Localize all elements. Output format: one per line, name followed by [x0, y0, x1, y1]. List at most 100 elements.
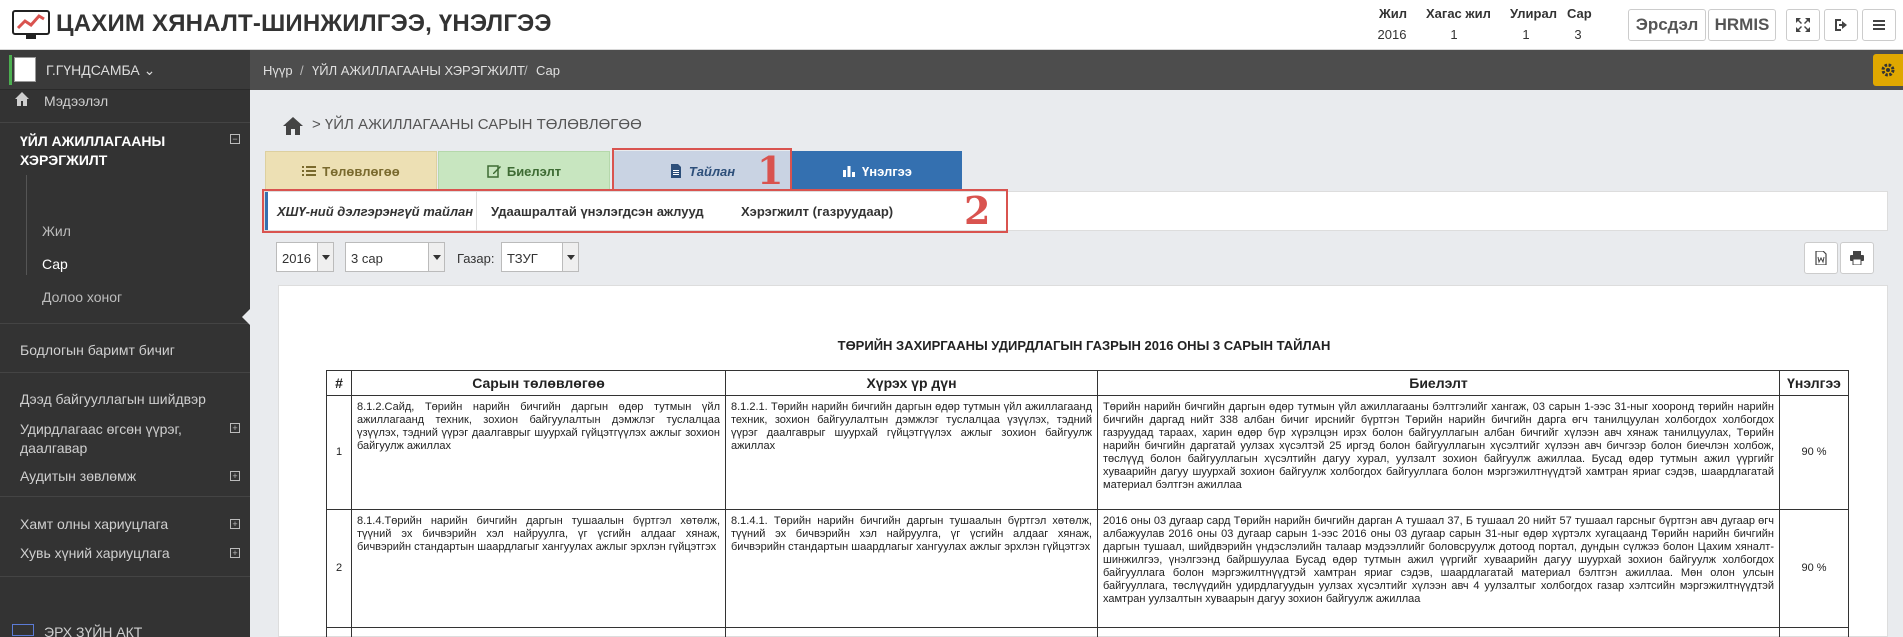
year-select-value: 2016: [282, 251, 311, 266]
row-result: 8.1.2.1. Төрийн нарийн бичгийн даргын өд…: [725, 395, 1098, 510]
period-year-header: Жил: [1379, 6, 1407, 21]
sidebar-item-week[interactable]: Долоо хоног: [42, 289, 122, 305]
period-half-value: 1: [1450, 27, 1458, 42]
sidebar-item-audit[interactable]: Аудитын зөвлөмж: [20, 468, 136, 484]
top-header: ЦАХИМ ХЯНАЛТ-ШИНЖИЛГЭЭ, ҮНЭЛГЭЭ Жил Хага…: [0, 0, 1903, 50]
logout-button[interactable]: [1824, 9, 1858, 41]
user-menu[interactable]: Г.ГҮНДСАМБА ⌄: [0, 50, 250, 90]
table-row: 1 8.1.2.Сайд, Төрийн нарийн бичгийн дарг…: [326, 395, 1849, 510]
sidebar-divider: [0, 576, 250, 577]
menu-button[interactable]: [1862, 9, 1896, 41]
row-execution: Төрийн нарийн бичгийн даргын өдөр тутмын…: [1097, 395, 1780, 510]
report-panel: ТӨРИЙН ЗАХИРГААНЫ УДИРДЛАГЫН ГАЗРЫН 2016…: [278, 285, 1888, 637]
table-row: [326, 627, 1849, 637]
sidebar-item-team-responsibility[interactable]: Хамт олны хариуцлага: [20, 516, 168, 532]
row-execution: 2016 оны 03 дугаар сард Төрийн нарийн би…: [1097, 509, 1780, 628]
sidebar-item-medeelel[interactable]: Мэдээлэл: [44, 93, 108, 109]
ersdel-button[interactable]: Эрсдэл: [1628, 9, 1706, 41]
tab-plan-label: Төлөвлөгөө: [322, 163, 400, 179]
chevron-down-icon: [428, 243, 444, 271]
month-select-value: 3 сар: [351, 251, 383, 266]
column-header-execution: Биелэлт: [1097, 370, 1780, 396]
home-icon: [283, 117, 303, 135]
column-header-evaluation: Үнэлгээ: [1779, 370, 1849, 396]
fullscreen-button[interactable]: [1786, 9, 1820, 41]
row-score: 90 %: [1779, 395, 1849, 510]
sidebar-item-year[interactable]: Жил: [42, 223, 71, 239]
app-title: ЦАХИМ ХЯНАЛТ-ШИНЖИЛГЭЭ, ҮНЭЛГЭЭ: [56, 10, 552, 37]
row-plan: 8.1.4.Төрийн нарийн бичгийн даргын тушаа…: [351, 509, 726, 628]
settings-button[interactable]: [1873, 54, 1903, 86]
monitor-chart-logo-icon: [12, 10, 50, 39]
row-score: 90 %: [1779, 509, 1849, 628]
sidebar-divider: [0, 323, 250, 324]
sidebar-divider: [0, 122, 250, 123]
print-button[interactable]: [1840, 242, 1874, 274]
home-icon: [14, 91, 30, 107]
breadcrumb: Нүүр / ҮЙЛ АЖИЛЛАГААНЫ ХЭРЭГЖИЛТ / Сар: [250, 50, 1903, 90]
law-icon: [12, 624, 34, 636]
breadcrumb-separator: /: [524, 63, 528, 78]
row-plan: 8.1.2.Сайд, Төрийн нарийн бичгийн даргын…: [351, 395, 726, 510]
period-year-value: 2016: [1377, 27, 1407, 42]
tab-evaluation[interactable]: Үнэлгээ: [792, 151, 962, 191]
sidebar-item-policy-documents[interactable]: Бодлогын баримт бичиг: [20, 342, 175, 358]
sidebar-item-management-tasks[interactable]: Удирдлагаас өгсөн үүрэг, даалгавар: [20, 420, 210, 458]
breadcrumb-home[interactable]: Нүүр: [263, 63, 293, 78]
tab-evaluation-label: Үнэлгээ: [862, 163, 912, 179]
period-half-header: Хагас жил: [1426, 6, 1491, 21]
sidebar: Г.ГҮНДСАМБА ⌄ Мэдээлэл ҮЙЛ АЖИЛЛАГААНЫ Х…: [0, 50, 250, 637]
breadcrumb-activity[interactable]: ҮЙЛ АЖИЛЛАГААНЫ ХЭРЭГЖИЛТ: [312, 63, 525, 78]
sign-out-icon: [1835, 19, 1847, 31]
sidebar-item-legal-acts[interactable]: ЭРХ ЗҮЙН АКТ: [44, 624, 142, 637]
table-row: 2 8.1.4.Төрийн нарийн бичгийн даргын туш…: [326, 509, 1849, 628]
period-month-header: Сар: [1567, 6, 1592, 21]
user-name: Г.ГҮНДСАМБА ⌄: [46, 62, 156, 78]
month-select[interactable]: 3 сар: [345, 242, 445, 272]
row-number: 2: [326, 509, 352, 628]
expand-icon[interactable]: +: [230, 471, 240, 481]
avatar: [14, 57, 36, 82]
hamburger-icon: [1873, 20, 1885, 30]
row-number: 1: [326, 395, 352, 510]
expand-icon[interactable]: +: [230, 548, 240, 558]
period-quarter-value: 1: [1522, 27, 1530, 42]
breadcrumb-separator: /: [300, 63, 304, 78]
sidebar-item-personal-responsibility[interactable]: Хувь хүний хариуцлага: [20, 545, 170, 561]
hrmis-button[interactable]: HRMIS: [1708, 9, 1776, 41]
active-indicator: [242, 309, 250, 325]
word-file-icon: [1815, 251, 1827, 265]
export-word-button[interactable]: [1804, 242, 1838, 274]
sidebar-item-activity-implementation[interactable]: ҮЙЛ АЖИЛЛАГААНЫ ХЭРЭГЖИЛТ: [20, 132, 210, 170]
gazar-select[interactable]: ТЗУГ: [501, 242, 579, 272]
chevron-down-icon: [317, 243, 333, 271]
tab-execution[interactable]: Биелэлт: [438, 151, 610, 191]
sidebar-item-month[interactable]: Сар: [42, 256, 68, 272]
bar-chart-icon: [843, 166, 856, 177]
gear-icon: [1881, 63, 1895, 77]
user-status-indicator: [9, 55, 12, 85]
gazar-label: Газар:: [457, 251, 495, 266]
period-quarter-header: Улирал: [1510, 6, 1557, 21]
row-result: 8.1.4.1. Төрийн нарийн бичгийн даргын ту…: [725, 509, 1098, 628]
year-select[interactable]: 2016: [276, 242, 334, 272]
annotation-number-1: 1: [757, 148, 784, 193]
report-table: # Сарын төлөвлөгөө Хүрэх үр дүн Биелэлт …: [326, 370, 1849, 637]
submenu-line: [26, 175, 27, 275]
expand-icon: [1796, 18, 1810, 32]
collapse-icon[interactable]: −: [230, 134, 240, 144]
column-header-result: Хүрэх үр дүн: [725, 370, 1098, 396]
chevron-down-icon: [562, 243, 578, 271]
annotation-number-2: 2: [964, 188, 991, 233]
sidebar-item-higher-decisions[interactable]: Дээд байгууллагын шийдвэр: [20, 391, 206, 407]
expand-icon[interactable]: +: [230, 519, 240, 529]
gazar-select-value: ТЗУГ: [507, 251, 538, 266]
tab-plan[interactable]: Төлөвлөгөө: [265, 151, 437, 191]
list-icon: [302, 166, 317, 176]
column-header-plan: Сарын төлөвлөгөө: [351, 370, 726, 396]
sidebar-divider: [0, 372, 250, 373]
page-title: > ҮЙЛ АЖИЛЛАГААНЫ САРЫН ТӨЛӨВЛӨГӨӨ: [312, 116, 642, 133]
tab-execution-label: Биелэлт: [506, 163, 562, 179]
edit-icon: [487, 165, 501, 178]
expand-icon[interactable]: +: [230, 423, 240, 433]
